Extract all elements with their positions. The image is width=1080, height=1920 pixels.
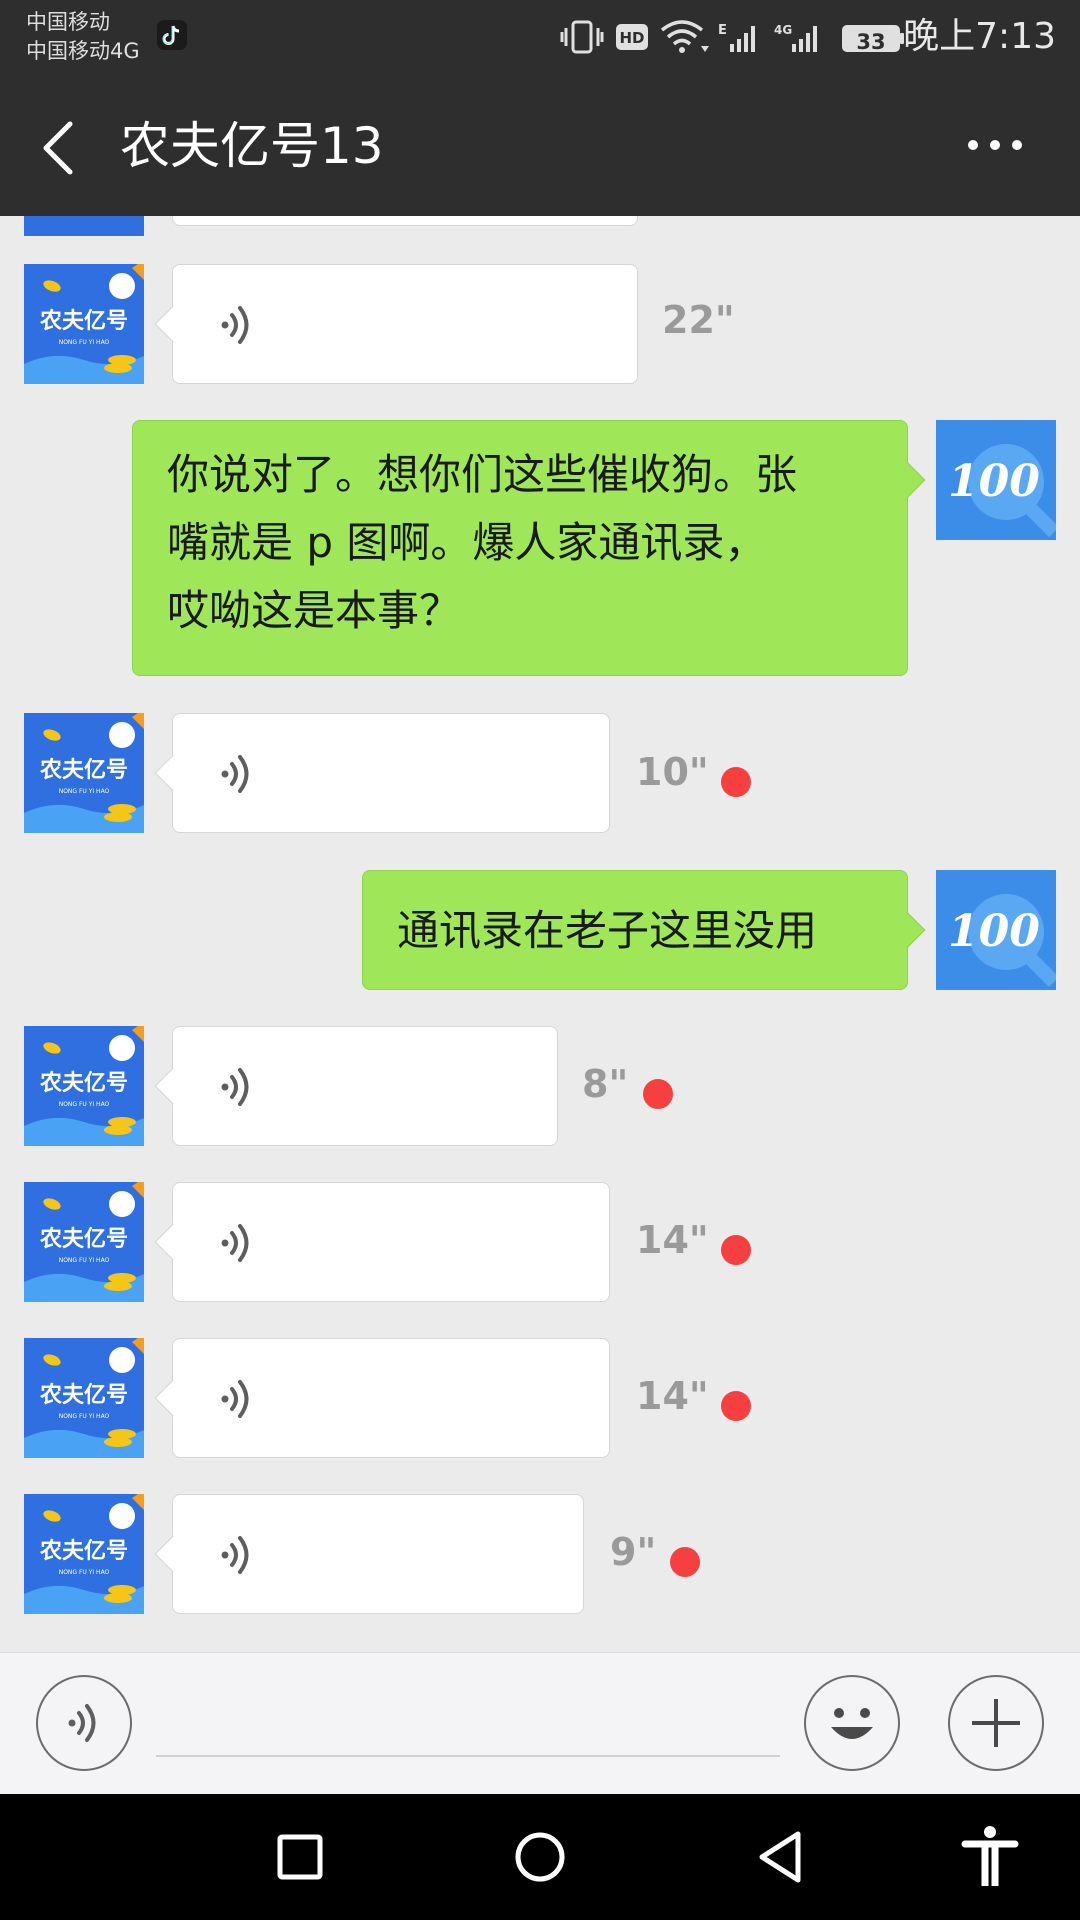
voice-wave-icon — [219, 1380, 249, 1418]
plus-button[interactable] — [948, 1675, 1044, 1771]
unread-dot — [670, 1547, 700, 1577]
accessibility-button[interactable] — [955, 1824, 1025, 1890]
svg-text:NONG FU YI HAO: NONG FU YI HAO — [59, 1569, 110, 1576]
self-avatar[interactable]: 100 — [936, 420, 1056, 540]
voice-mode-button[interactable] — [36, 1675, 132, 1771]
status-bar: 中国移动 中国移动4G HD E 4G 33 晚上7:13 — [0, 0, 1080, 76]
message-input[interactable] — [156, 1693, 780, 1757]
message-text: 你说对了。想你们这些催收狗。张 嘴就是 p 图啊。爆人家通讯录， 哎呦这是本事？ — [167, 450, 798, 635]
emoji-icon — [831, 1708, 873, 1739]
back-triangle-icon — [759, 1831, 801, 1883]
voice-duration: 9" — [610, 1530, 657, 1574]
message-list[interactable]: 农夫亿号 NONG FU YI HAO 22" 你说对了。想你们这些催收狗。张 … — [0, 216, 1080, 1652]
recent-apps-icon — [277, 1834, 323, 1880]
voice-message-bubble[interactable] — [154, 1182, 610, 1302]
contact-avatar[interactable]: 农夫亿号 NONG FU YI HAO — [24, 1494, 144, 1614]
voice-duration: 14" — [636, 1374, 709, 1418]
home-icon — [515, 1832, 565, 1882]
svg-text:农夫亿号: 农夫亿号 — [39, 1226, 128, 1252]
voice-bubble-partial[interactable] — [172, 216, 638, 226]
hd-icon: HD — [616, 24, 648, 50]
system-nav-bar — [0, 1794, 1080, 1920]
carrier-info: 中国移动 中国移动4G — [26, 8, 140, 66]
carrier-2-label: 中国移动4G — [26, 39, 140, 63]
unread-dot — [643, 1079, 673, 1109]
voice-wave-icon — [219, 755, 249, 793]
unread-dot — [721, 1391, 751, 1421]
voice-duration: 22" — [662, 298, 735, 342]
wifi-icon — [660, 20, 709, 53]
svg-text:NONG FU YI HAO: NONG FU YI HAO — [59, 788, 110, 795]
unread-dot — [721, 1235, 751, 1265]
contact-avatar[interactable]: 农夫亿号 NONG FU YI HAO — [24, 1182, 144, 1302]
vibrate-icon — [560, 20, 604, 54]
voice-message-bubble[interactable] — [154, 1338, 610, 1458]
svg-text:农夫亿号: 农夫亿号 — [39, 308, 128, 334]
message-text: 通讯录在老子这里没用 — [397, 906, 818, 955]
tiktok-icon — [157, 20, 187, 50]
svg-text:4G: 4G — [774, 23, 792, 37]
recent-apps-button[interactable] — [264, 1824, 334, 1890]
unread-dot — [721, 767, 751, 797]
svg-text:NONG FU YI HAO: NONG FU YI HAO — [59, 339, 110, 346]
signal-e-icon: E — [718, 23, 755, 52]
svg-text:农夫亿号: 农夫亿号 — [39, 757, 128, 783]
self-avatar[interactable]: 100 — [936, 870, 1056, 990]
svg-text:农夫亿号: 农夫亿号 — [39, 1070, 128, 1096]
outgoing-text-bubble[interactable]: 通讯录在老子这里没用 — [362, 870, 926, 990]
emoji-button[interactable] — [804, 1675, 900, 1771]
voice-message-bubble[interactable] — [154, 264, 638, 384]
voice-duration: 8" — [582, 1062, 629, 1106]
voice-message-bubble[interactable] — [154, 713, 610, 833]
back-nav-button[interactable] — [746, 1824, 816, 1890]
more-dots-icon — [968, 140, 1022, 150]
voice-wave-icon — [219, 1068, 249, 1106]
accessibility-icon — [961, 1826, 1019, 1886]
voice-duration: 14" — [636, 1218, 709, 1262]
svg-text:E: E — [718, 23, 727, 38]
contact-avatar[interactable]: 农夫亿号 NONG FU YI HAO — [24, 1026, 144, 1146]
svg-text:HD: HD — [619, 29, 644, 47]
carrier-1-label: 中国移动 — [26, 10, 110, 34]
svg-text:100: 100 — [948, 906, 1040, 957]
voice-wave-icon — [219, 1224, 249, 1262]
svg-text:NONG FU YI HAO: NONG FU YI HAO — [59, 1413, 110, 1420]
battery-level: 33 — [856, 30, 886, 54]
plus-icon — [972, 1699, 1020, 1747]
chevron-left-icon — [43, 121, 73, 175]
status-time: 晚上7:13 — [903, 16, 1056, 57]
svg-text:农夫亿号: 农夫亿号 — [39, 1382, 128, 1408]
home-button[interactable] — [505, 1824, 575, 1890]
svg-text:100: 100 — [948, 456, 1040, 507]
input-bar — [0, 1652, 1080, 1794]
voice-wave-icon — [219, 1536, 249, 1574]
voice-wave-icon — [219, 306, 249, 344]
back-button[interactable] — [30, 110, 90, 182]
voice-message-bubble[interactable] — [154, 1026, 558, 1146]
voice-duration: 10" — [636, 750, 709, 794]
chat-title: 农夫亿号13 — [120, 117, 384, 175]
svg-text:NONG FU YI HAO: NONG FU YI HAO — [59, 1101, 110, 1108]
svg-text:农夫亿号: 农夫亿号 — [39, 1538, 128, 1564]
signal-4g-icon: 4G — [774, 23, 817, 52]
contact-avatar[interactable]: 农夫亿号 NONG FU YI HAO — [24, 713, 144, 833]
contact-avatar[interactable]: 农夫亿号 NONG FU YI HAO — [24, 264, 144, 384]
chat-header: 农夫亿号13 — [0, 76, 1080, 216]
contact-avatar[interactable] — [24, 216, 144, 236]
voice-message-bubble[interactable] — [154, 1494, 584, 1614]
more-button[interactable] — [960, 120, 1030, 170]
svg-text:NONG FU YI HAO: NONG FU YI HAO — [59, 1257, 110, 1264]
contact-avatar[interactable]: 农夫亿号 NONG FU YI HAO — [24, 1338, 144, 1458]
outgoing-text-bubble[interactable]: 你说对了。想你们这些催收狗。张 嘴就是 p 图啊。爆人家通讯录， 哎呦这是本事？ — [132, 420, 926, 676]
voice-mode-icon — [68, 1704, 96, 1742]
